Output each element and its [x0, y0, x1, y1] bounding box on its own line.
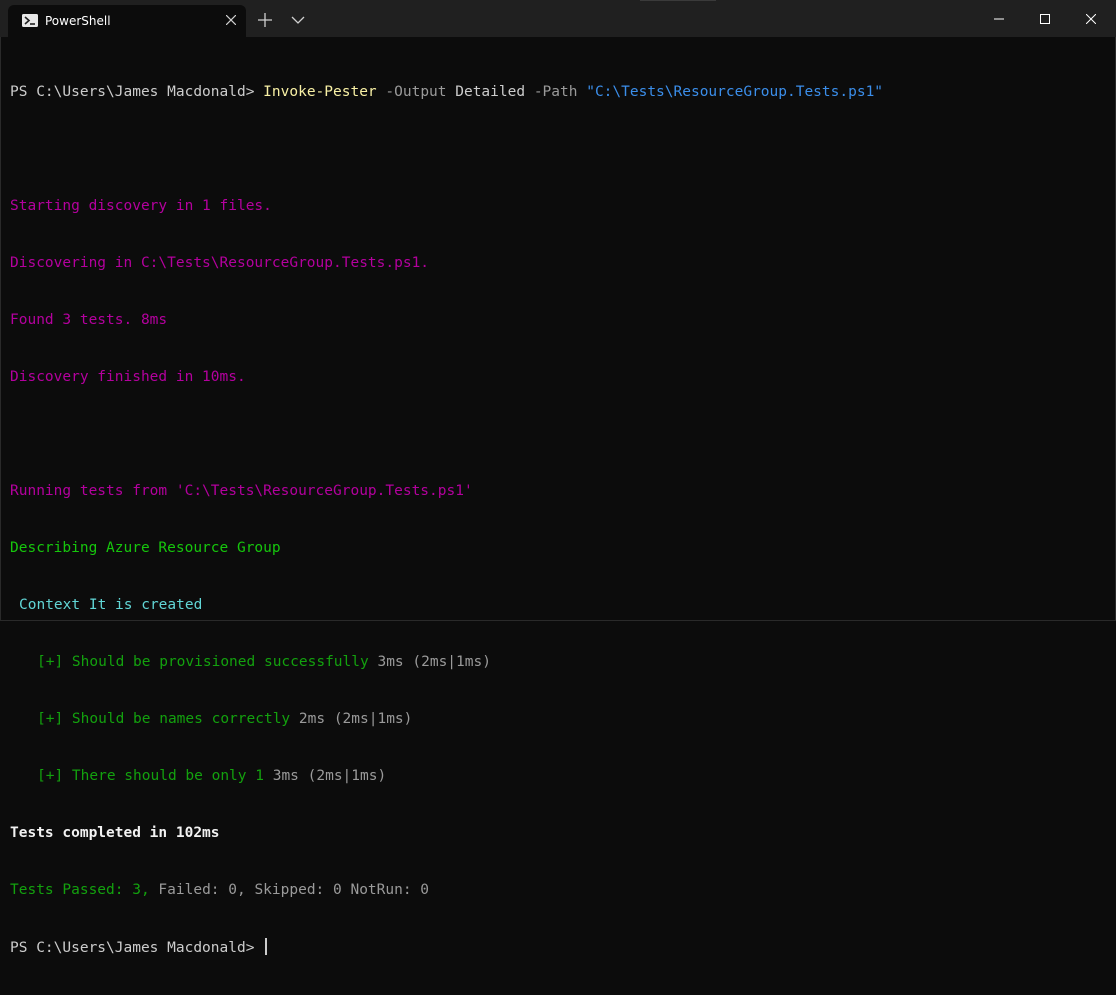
running-line: Running tests from 'C:\Tests\ResourceGro…: [10, 483, 473, 499]
close-icon: [226, 15, 236, 25]
tab-close-button[interactable]: [222, 11, 240, 29]
completed-line: Tests completed in 102ms: [10, 825, 220, 841]
drag-indicator: [640, 0, 716, 1]
test-result-line: [+] Should be provisioned successfully 3…: [10, 653, 883, 672]
minimize-icon: [994, 18, 1004, 19]
discovery-line: Discovering in C:\Tests\ResourceGroup.Te…: [10, 255, 430, 271]
final-prompt-line[interactable]: PS C:\Users\James Macdonald>: [10, 938, 883, 957]
minimize-button[interactable]: [976, 0, 1022, 37]
text-cursor: [265, 938, 268, 955]
context-line: Context It is created: [19, 597, 203, 613]
test-result-line: [+] There should be only 1 3ms (2ms|1ms): [10, 767, 883, 786]
discovery-line: Found 3 tests. 8ms: [10, 312, 168, 328]
tab-powershell[interactable]: PowerShell: [8, 5, 246, 37]
maximize-button[interactable]: [1022, 0, 1068, 37]
discovery-line: Starting discovery in 1 files.: [10, 198, 272, 214]
tab-title: PowerShell: [45, 14, 111, 28]
prompt: PS C:\Users\James Macdonald>: [10, 84, 264, 100]
title-bar[interactable]: PowerShell: [0, 0, 1116, 37]
test-label: [+] Should be names correctly: [37, 711, 291, 727]
parameter-value-detailed: Detailed: [446, 84, 526, 100]
discovery-line: Discovery finished in 10ms.: [10, 369, 246, 385]
terminal-output[interactable]: PS C:\Users\James Macdonald> Invoke-Pest…: [0, 37, 1116, 956]
powershell-icon: [22, 14, 38, 27]
test-timing: 2ms (2ms|1ms): [290, 711, 413, 727]
parameter-path: -Path: [525, 84, 578, 100]
parameter-value-path: "C:\Tests\ResourceGroup.Tests.ps1": [577, 84, 884, 100]
command-line: PS C:\Users\James Macdonald> Invoke-Pest…: [10, 83, 883, 102]
test-result-line: [+] Should be names correctly 2ms (2ms|1…: [10, 710, 883, 729]
test-label: [+] There should be only 1: [37, 768, 264, 784]
summary-line: Tests Passed: 3, Failed: 0, Skipped: 0 N…: [10, 881, 883, 900]
maximize-icon: [1040, 13, 1050, 24]
prompt: PS C:\Users\James Macdonald>: [10, 940, 264, 956]
plus-icon[interactable]: [256, 11, 274, 29]
close-window-button[interactable]: [1068, 0, 1114, 37]
test-timing: 3ms (2ms|1ms): [368, 654, 491, 670]
test-label: [+] Should be provisioned successfully: [37, 654, 369, 670]
terminal-window: PowerShell PS C:\Users\James Macdonald> …: [0, 0, 1116, 956]
summary-rest: Failed: 0, Skipped: 0 NotRun: 0: [149, 882, 430, 898]
parameter-output: -Output: [376, 84, 447, 100]
chevron-down-icon[interactable]: [290, 12, 306, 28]
close-icon: [1086, 13, 1096, 24]
passed-count: Tests Passed: 3,: [10, 882, 150, 898]
cmdlet: Invoke-Pester: [263, 84, 377, 100]
test-timing: 3ms (2ms|1ms): [263, 768, 387, 784]
describe-line: Describing Azure Resource Group: [10, 540, 281, 556]
